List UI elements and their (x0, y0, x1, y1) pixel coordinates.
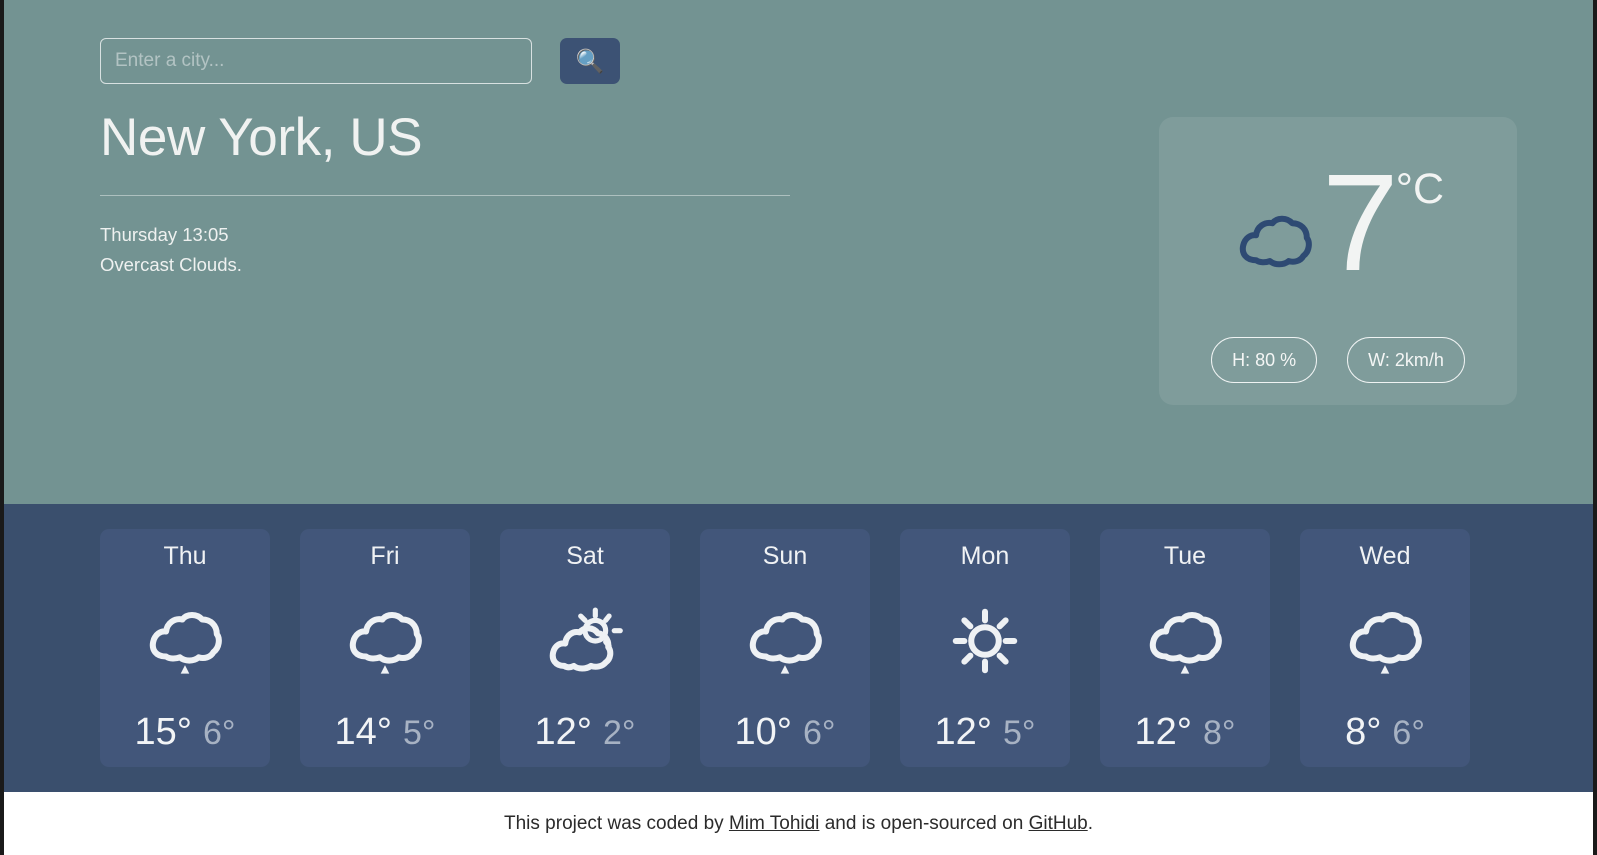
footer-text-after: . (1087, 812, 1093, 834)
footer-text-middle: and is open-sourced on (819, 812, 1029, 834)
forecast-temps: 12° 2° (535, 713, 636, 751)
search-button[interactable]: 🔍 (560, 38, 620, 84)
current-temp-row: 7 °C (1159, 139, 1517, 309)
forecast-high: 12° (534, 711, 592, 753)
temperature-value: 7 (1322, 146, 1399, 301)
rain-cloud-icon (749, 611, 822, 674)
forecast-day-label: Fri (370, 542, 400, 570)
current-meta: Thursday 13:05 Overcast Clouds. (100, 220, 790, 280)
current-datetime: Thursday 13:05 (100, 223, 229, 245)
forecast-strip: Thu 15° 6° Fri 14° 5° Sat 12° 2° Sun 10° 6° Mon 12° 5°… (4, 504, 1593, 792)
github-link[interactable]: GitHub (1029, 813, 1088, 835)
forecast-card[interactable]: Mon 12° 5° (900, 529, 1070, 767)
forecast-low: 6° (202, 714, 236, 752)
weather-app: 🔍 New York, US Thursday 13:05 Overcast C… (0, 0, 1597, 855)
forecast-high: 12° (934, 711, 992, 753)
forecast-low: 6° (1392, 714, 1425, 752)
forecast-day-label: Tue (1163, 542, 1207, 570)
forecast-high: 8° (1345, 711, 1382, 753)
forecast-card[interactable]: Fri 14° 5° (300, 529, 470, 767)
forecast-temps: 15° 6° (135, 713, 236, 751)
forecast-card[interactable]: Tue 12° 8° (1100, 529, 1270, 767)
forecast-low: 5° (402, 714, 436, 752)
forecast-day-label: Sat (566, 542, 604, 570)
forecast-card[interactable]: Sat 12° 2° (500, 529, 670, 767)
forecast-day-label: Wed (1359, 542, 1411, 570)
wind-badge: W: 2km/h (1347, 337, 1465, 383)
humidity-badge: H: 80 % (1211, 337, 1318, 383)
city-block: New York, US Thursday 13:05 Overcast Clo… (100, 108, 790, 280)
forecast-high: 14° (334, 711, 392, 753)
forecast-high: 15° (134, 711, 192, 753)
current-weather-card: 7 °C H: 80 % W: 2km/h (1159, 117, 1517, 405)
forecast-card[interactable]: Thu 15° 6° (100, 529, 270, 767)
forecast-low: 8° (1202, 714, 1236, 752)
divider (100, 194, 790, 196)
forecast-day-label: Sun (762, 542, 808, 570)
forecast-temps: 12° 5° (935, 713, 1036, 751)
overcast-clouds-icon (1239, 215, 1312, 268)
page-title: New York, US (100, 108, 423, 167)
sun-cloud-icon (549, 607, 623, 672)
forecast-low: 6° (802, 714, 836, 752)
rain-cloud-icon (349, 611, 422, 674)
current-temperature: 7 °C (1322, 146, 1444, 301)
forecast-temps: 14° 5° (335, 713, 436, 751)
forecast-temps: 10° 6° (735, 713, 836, 751)
forecast-temps: 8° 6° (1345, 713, 1425, 751)
hero-section: 🔍 New York, US Thursday 13:05 Overcast C… (4, 0, 1593, 504)
sun-icon (952, 608, 1018, 673)
temperature-unit: °C (1395, 165, 1444, 214)
forecast-card[interactable]: Wed 8° 6° (1300, 529, 1470, 767)
search-icon: 🔍 (575, 47, 605, 74)
search-bar: 🔍 (100, 38, 620, 84)
author-link[interactable]: Mim Tohidi (729, 813, 819, 835)
footer-text-before: This project was coded by (504, 812, 729, 834)
rain-cloud-icon (1149, 611, 1222, 674)
forecast-high: 12° (1134, 711, 1192, 753)
forecast-day-label: Thu (163, 542, 207, 570)
forecast-high: 10° (734, 711, 792, 753)
current-stats: H: 80 % W: 2km/h (1159, 337, 1517, 383)
footer: This project was coded by Mim Tohidi and… (4, 792, 1593, 855)
search-input[interactable] (100, 38, 532, 84)
current-description: Overcast Clouds. (100, 253, 242, 275)
forecast-low: 5° (1002, 714, 1036, 752)
forecast-card[interactable]: Sun 10° 6° (700, 529, 870, 767)
forecast-temps: 12° 8° (1135, 713, 1236, 751)
forecast-day-label: Mon (960, 542, 1010, 570)
forecast-low: 2° (602, 714, 636, 752)
rain-cloud-icon (1349, 611, 1422, 674)
rain-cloud-icon (149, 611, 222, 674)
